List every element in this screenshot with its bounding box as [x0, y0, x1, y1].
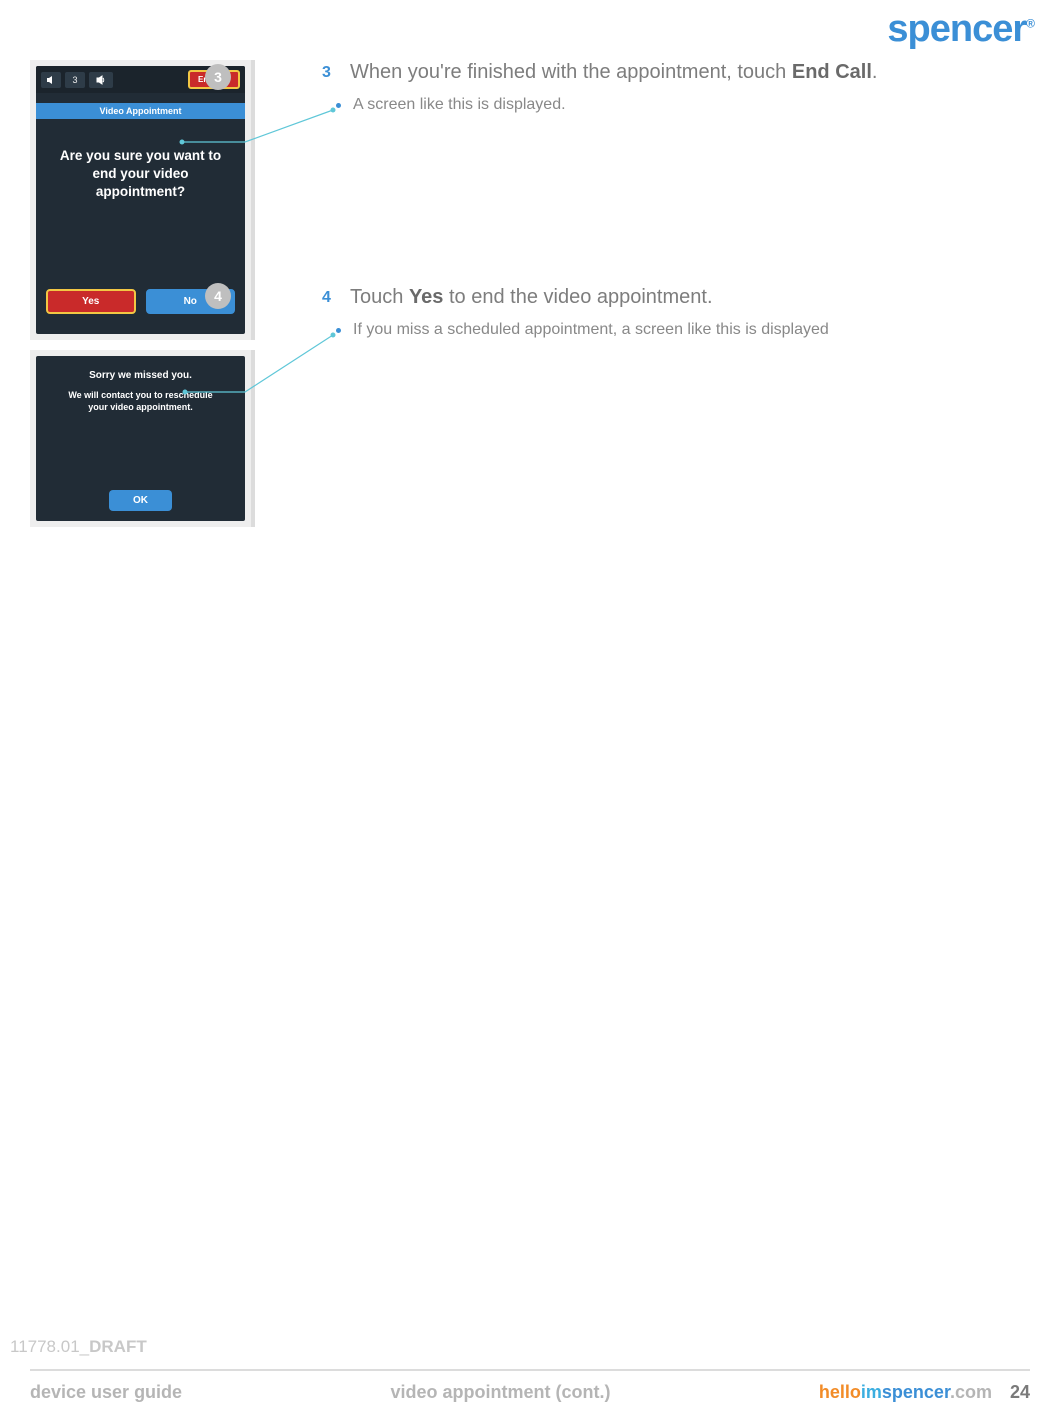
- screenshot-2: Sorry we missed you. We will contact you…: [36, 356, 245, 521]
- participant-count: 3: [65, 72, 85, 88]
- step-4-post: to end the video appointment.: [443, 286, 712, 308]
- bullet-icon: [336, 103, 341, 108]
- step-4-bold: Yes: [409, 286, 443, 308]
- confirm-question: Are you sure you want to end your video …: [36, 119, 245, 224]
- screenshot-2-wrap: Sorry we missed you. We will contact you…: [30, 350, 255, 527]
- missed-body: We will contact you to reschedule your v…: [36, 389, 245, 413]
- footer-url: helloimspencer.com: [819, 1382, 992, 1403]
- step-3-bold: End Call: [792, 61, 872, 83]
- step-3: 3 When you're finished with the appointm…: [322, 61, 1030, 84]
- footer-divider: [30, 1369, 1030, 1371]
- video-appointment-banner: Video Appointment: [36, 103, 245, 119]
- footer-left: device user guide: [30, 1382, 182, 1403]
- page-number: 24: [1010, 1382, 1030, 1403]
- step-4-pre: Touch: [350, 286, 409, 308]
- ok-button: OK: [109, 490, 172, 511]
- page-footer: device user guide video appointment (con…: [30, 1382, 1030, 1403]
- url-im: im: [861, 1382, 882, 1402]
- sub-4: If you miss a scheduled appointment, a s…: [336, 321, 1030, 339]
- sub-3-text: A screen like this is displayed.: [353, 96, 566, 114]
- step-4-number: 4: [322, 286, 336, 307]
- url-dot: .com: [950, 1382, 992, 1402]
- bullet-icon: [336, 328, 341, 333]
- step-3-post: .: [872, 61, 878, 83]
- step-3-text: When you're finished with the appointmen…: [350, 61, 877, 84]
- step-3-number: 3: [322, 61, 336, 82]
- count-text: 3: [72, 75, 77, 85]
- yes-button: Yes: [46, 289, 136, 314]
- step-3-pre: When you're finished with the appointmen…: [350, 61, 792, 83]
- step-4: 4 Touch Yes to end the video appointment…: [322, 286, 1030, 309]
- brand-text: spencer: [887, 8, 1026, 50]
- footer-center: video appointment (cont.): [390, 1382, 610, 1403]
- draft-stamp: 11778.01_DRAFT: [10, 1337, 147, 1357]
- url-hello: hello: [819, 1382, 861, 1402]
- callout-badge-3: 3: [205, 64, 231, 90]
- registered-mark: ®: [1026, 16, 1034, 30]
- draft-post: DRAFT: [89, 1337, 147, 1356]
- speaker-icon: [41, 72, 61, 88]
- mic-icon: [89, 72, 113, 88]
- brand-logo: spencer®: [887, 8, 1034, 51]
- callout-badge-4: 4: [205, 283, 231, 309]
- url-sp: spencer: [882, 1382, 950, 1402]
- sub-3: A screen like this is displayed.: [336, 96, 1030, 114]
- step-4-text: Touch Yes to end the video appointment.: [350, 286, 713, 309]
- sub-4-text: If you miss a scheduled appointment, a s…: [353, 321, 829, 339]
- draft-pre: 11778.01_: [10, 1337, 89, 1356]
- missed-title: Sorry we missed you.: [36, 370, 245, 381]
